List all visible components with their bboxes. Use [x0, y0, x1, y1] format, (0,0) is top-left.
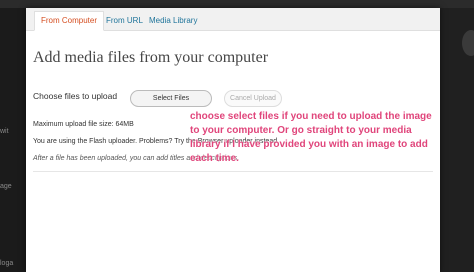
background-circle	[462, 30, 474, 56]
choose-files-label: Choose files to upload	[33, 91, 118, 101]
background-left	[0, 8, 26, 272]
annotation-note: choose select files if you need to uploa…	[190, 111, 432, 164]
background-text: wit	[0, 128, 9, 135]
select-files-button[interactable]: Select Files	[130, 90, 212, 107]
background-text: loga	[0, 260, 14, 267]
divider	[33, 171, 433, 172]
page-title: Add media files from your computer	[33, 49, 269, 66]
tab-from-url[interactable]: From URL	[100, 12, 149, 30]
tab-bar: From Computer From URL Media Library	[26, 8, 440, 31]
max-size-text: Maximum upload file size: 64MB	[33, 121, 134, 128]
cancel-upload-button[interactable]: Cancel Upload	[224, 90, 282, 107]
tab-media-library[interactable]: Media Library	[143, 12, 203, 30]
tab-from-computer[interactable]: From Computer	[34, 11, 105, 31]
background-top	[0, 0, 474, 8]
background-text: age	[0, 183, 12, 190]
